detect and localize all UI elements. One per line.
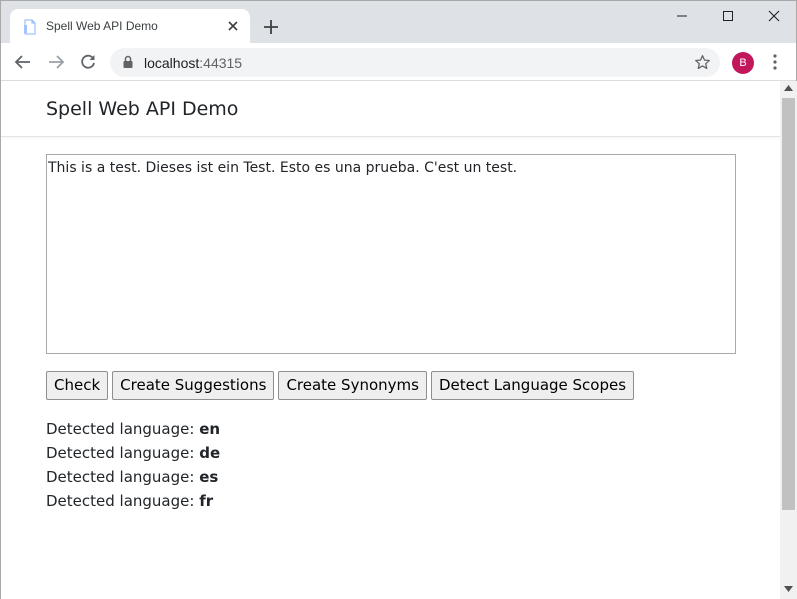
vertical-scrollbar[interactable] [780, 81, 797, 599]
close-icon[interactable] [224, 17, 242, 35]
result-label: Detected language: [46, 492, 200, 510]
address-bar[interactable]: localhost:44315 [110, 48, 720, 77]
action-buttons: Check Create Suggestions Create Synonyms De… [46, 371, 635, 400]
result-row: Detected language: es [46, 467, 220, 491]
url-host: localhost [144, 55, 200, 71]
result-row: Detected language: de [46, 443, 220, 467]
page-icon [24, 19, 36, 35]
site-brand[interactable]: Spell Web API Demo [46, 98, 238, 120]
url-text: localhost:44315 [144, 55, 242, 71]
site-navbar: Spell Web API Demo [1, 81, 780, 137]
lock-icon[interactable] [122, 55, 134, 69]
forward-arrow-icon[interactable] [46, 52, 66, 72]
scrollbar-thumb[interactable] [782, 98, 795, 510]
minimize-button[interactable] [659, 1, 705, 31]
url-port: :44315 [199, 55, 243, 71]
result-label: Detected language: [46, 444, 200, 462]
scroll-down-arrow-icon[interactable] [784, 586, 793, 592]
text-editor[interactable]: This is a test. Dieses ist ein Test. Est… [46, 154, 736, 354]
profile-avatar[interactable]: B [732, 52, 754, 74]
maximize-icon [723, 11, 733, 21]
browser-tab[interactable]: Spell Web API Demo [10, 9, 250, 43]
tab-title: Spell Web API Demo [46, 19, 158, 33]
result-row: Detected language: fr [46, 491, 220, 515]
language-code: es [199, 468, 219, 486]
kebab-menu-icon[interactable] [767, 53, 783, 71]
result-label: Detected language: [46, 468, 200, 486]
plus-icon[interactable] [261, 17, 281, 37]
scroll-up-arrow-icon[interactable] [784, 85, 793, 91]
result-row: Detected language: en [46, 419, 220, 443]
language-code: de [199, 444, 221, 462]
minimize-icon [677, 15, 687, 17]
back-arrow-icon[interactable] [13, 52, 33, 72]
maximize-button[interactable] [705, 1, 751, 31]
check-button[interactable]: Check [46, 371, 109, 400]
browser-toolbar: localhost:44315 B [1, 43, 796, 81]
browser-window: Spell Web API Demo localhost:44315 B Spe… [0, 0, 797, 599]
result-label: Detected language: [46, 420, 200, 438]
create-suggestions-button[interactable]: Create Suggestions [112, 371, 275, 400]
window-close-button[interactable] [751, 1, 797, 31]
detect-language-scopes-button[interactable]: Detect Language Scopes [430, 371, 635, 400]
detection-results: Detected language: en Detected language:… [46, 419, 220, 515]
window-close-icon [768, 10, 780, 22]
language-code: fr [199, 492, 214, 510]
page-viewport: Spell Web API Demo This is a test. Diese… [1, 81, 780, 599]
tab-strip: Spell Web API Demo [1, 1, 796, 43]
create-synonyms-button[interactable]: Create Synonyms [278, 371, 427, 400]
star-icon[interactable] [694, 54, 711, 71]
language-code: en [199, 420, 221, 438]
reload-icon[interactable] [78, 52, 98, 72]
